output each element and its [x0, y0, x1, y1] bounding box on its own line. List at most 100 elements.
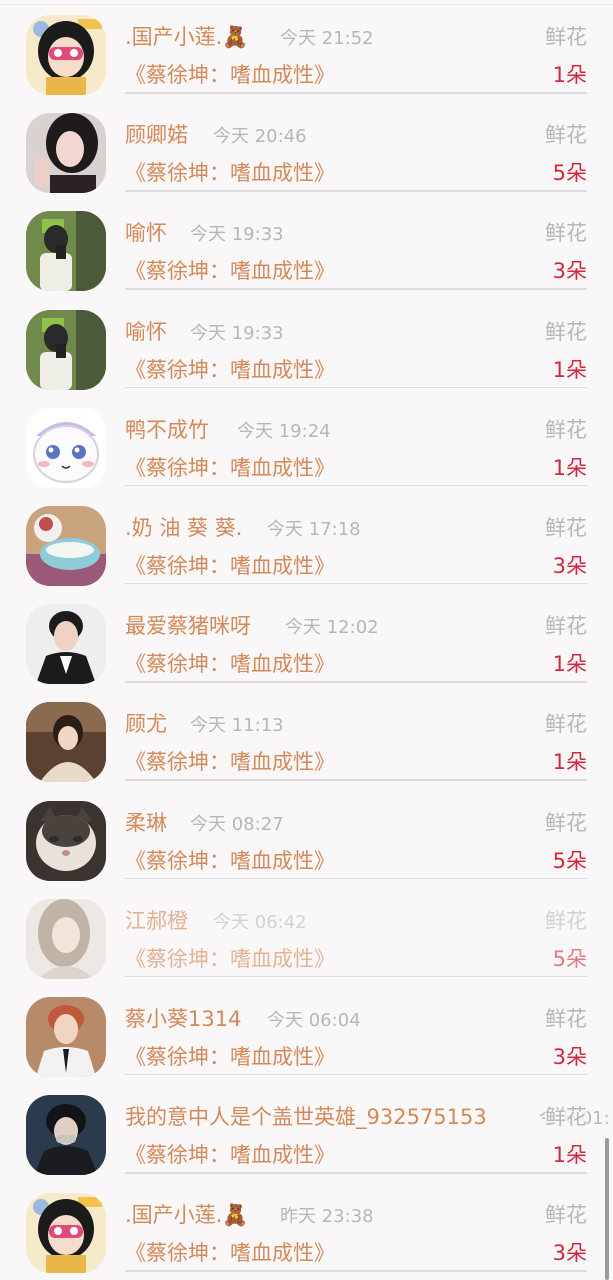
list-item[interactable]: 喻怀 今天 19:33 鲜花 《蔡徐坤：嗜血成性》 3朵	[0, 201, 613, 299]
list-item[interactable]: 最爱蔡猪咪呀 今天 12:02 鲜花 《蔡徐坤：嗜血成性》 1朵	[0, 594, 613, 692]
mirror-selfie-photo-icon	[26, 309, 106, 390]
gift-time: 今天 19:33	[190, 224, 284, 246]
gift-type-label: 鲜花	[545, 511, 587, 542]
row-divider	[125, 190, 587, 192]
avatar[interactable]	[26, 1193, 106, 1274]
list-item[interactable]: 我的意中人是个盖世英雄_932575153 今天 01: 鲜花 《蔡徐坤：嗜血成…	[0, 1085, 613, 1183]
row-divider	[125, 484, 587, 487]
user-name[interactable]: .国产小莲.🧸	[125, 21, 249, 51]
gift-count: 5朵	[552, 161, 587, 186]
avatar[interactable]	[26, 702, 106, 783]
gift-time: 昨天 23:38	[280, 1206, 374, 1228]
gift-type-label: 鲜花	[545, 1002, 587, 1033]
list-item[interactable]: 柔琳 今天 08:27 鲜花 《蔡徐坤：嗜血成性》 5朵	[0, 791, 613, 889]
gift-type-label: 鲜花	[545, 315, 587, 346]
gift-time: 今天 06:04	[267, 1009, 361, 1031]
row-divider	[125, 779, 587, 781]
gift-count: 1朵	[552, 652, 587, 677]
list-item[interactable]: .奶 油 葵 葵. 今天 17:18 鲜花 《蔡徐坤：嗜血成性》 3朵	[0, 496, 613, 594]
scrollbar[interactable]	[605, 1138, 609, 1280]
gift-type-label: 鲜花	[545, 904, 587, 935]
book-title[interactable]: 《蔡徐坤：嗜血成性》	[125, 845, 335, 875]
book-title[interactable]: 《蔡徐坤：嗜血成性》	[125, 746, 335, 776]
book-title[interactable]: 《蔡徐坤：嗜血成性》	[125, 1237, 335, 1267]
avatar[interactable]	[26, 604, 106, 685]
portrait-photo-icon	[26, 702, 106, 783]
gift-type-label: 鲜花	[545, 806, 587, 837]
row-divider	[125, 582, 587, 585]
gift-time: 今天 20:46	[213, 126, 307, 148]
avatar[interactable]	[26, 505, 106, 586]
user-name[interactable]: .奶 油 葵 葵.	[125, 512, 242, 542]
gift-count: 3朵	[552, 1044, 587, 1069]
list-item[interactable]: 鸭不成竹 今天 19:24 鲜花 《蔡徐坤：嗜血成性》 1朵	[0, 398, 613, 496]
gift-type-label: 鲜花	[545, 610, 587, 641]
book-title[interactable]: 《蔡徐坤：嗜血成性》	[125, 550, 335, 580]
portrait-photo-icon	[26, 113, 106, 194]
gift-count: 1朵	[552, 1143, 587, 1168]
gift-count: 1朵	[552, 750, 587, 775]
list-item[interactable]: 顾尤 今天 11:13 鲜花 《蔡徐坤：嗜血成性》 1朵	[0, 692, 613, 790]
book-title[interactable]: 《蔡徐坤：嗜血成性》	[125, 255, 335, 285]
row-divider	[125, 1270, 587, 1272]
gift-record-list[interactable]: .国产小莲.🧸 今天 21:52 鲜花 《蔡徐坤：嗜血成性》 1朵 顾卿婼 今天…	[0, 5, 613, 1280]
book-title[interactable]: 《蔡徐坤：嗜血成性》	[125, 1139, 335, 1169]
row-divider	[125, 1172, 587, 1174]
avatar[interactable]	[26, 407, 106, 488]
list-item[interactable]: .国产小莲.🧸 昨天 23:38 鲜花 《蔡徐坤：嗜血成性》 3朵	[0, 1183, 613, 1280]
list-item[interactable]: 顾卿婼 今天 20:46 鲜花 《蔡徐坤：嗜血成性》 5朵	[0, 103, 613, 201]
user-name[interactable]: 鸭不成竹	[125, 414, 209, 444]
row-divider	[125, 877, 587, 879]
cute-cartoon-avatar-icon	[26, 407, 106, 488]
gift-type-label: 鲜花	[545, 413, 587, 444]
gift-type-label: 鲜花	[545, 708, 587, 739]
avatar[interactable]	[26, 800, 106, 881]
row-divider	[125, 386, 587, 389]
book-title[interactable]: 《蔡徐坤：嗜血成性》	[125, 648, 335, 678]
book-title[interactable]: 《蔡徐坤：嗜血成性》	[125, 157, 335, 187]
book-title[interactable]: 《蔡徐坤：嗜血成性》	[125, 59, 335, 89]
portrait-photo-icon	[26, 1095, 106, 1176]
user-name[interactable]: 我的意中人是个盖世英雄_932575153	[125, 1101, 487, 1131]
list-item[interactable]: .国产小莲.🧸 今天 21:52 鲜花 《蔡徐坤：嗜血成性》 1朵	[0, 5, 613, 103]
gift-time: 今天 19:33	[190, 322, 284, 344]
gift-count: 5朵	[552, 946, 587, 971]
book-title[interactable]: 《蔡徐坤：嗜血成性》	[125, 452, 335, 482]
list-item[interactable]: 蔡小葵1314 今天 06:04 鲜花 《蔡徐坤：嗜血成性》 3朵	[0, 987, 613, 1085]
gift-type-label: 鲜花	[545, 217, 587, 248]
avatar[interactable]	[26, 309, 106, 390]
avatar[interactable]	[26, 15, 106, 95]
gift-count: 1朵	[552, 455, 587, 480]
cartoon-girl-avatar-icon	[26, 15, 106, 95]
avatar[interactable]	[26, 898, 106, 979]
list-item[interactable]: 喻怀 今天 19:33 鲜花 《蔡徐坤：嗜血成性》 1朵	[0, 300, 613, 398]
avatar[interactable]	[26, 1095, 106, 1176]
book-title[interactable]: 《蔡徐坤：嗜血成性》	[125, 943, 335, 973]
row-divider	[125, 288, 587, 290]
anime-scene-avatar-icon	[26, 505, 106, 586]
gift-time: 今天 06:42	[213, 911, 307, 933]
avatar[interactable]	[26, 996, 106, 1077]
gift-count: 3朵	[552, 259, 587, 284]
user-name[interactable]: 顾尤	[125, 708, 167, 738]
gift-type-label: 鲜花	[545, 119, 587, 150]
gift-time: 今天 17:18	[267, 518, 361, 540]
avatar[interactable]	[26, 211, 106, 292]
gift-type-label: 鲜花	[545, 21, 587, 51]
gift-count: 1朵	[552, 357, 587, 382]
user-name[interactable]: 江郝橙	[125, 905, 188, 935]
user-name[interactable]: 顾卿婼	[125, 119, 188, 149]
user-name[interactable]: 最爱蔡猪咪呀	[125, 610, 251, 640]
portrait-photo-icon	[26, 898, 106, 979]
user-name[interactable]: .国产小莲.🧸	[125, 1199, 249, 1229]
book-title[interactable]: 《蔡徐坤：嗜血成性》	[125, 1041, 335, 1071]
list-item[interactable]: 江郝橙 今天 06:42 鲜花 《蔡徐坤：嗜血成性》 5朵	[0, 889, 613, 987]
book-title[interactable]: 《蔡徐坤：嗜血成性》	[125, 354, 335, 384]
user-name[interactable]: 蔡小葵1314	[125, 1003, 241, 1033]
portrait-photo-icon	[26, 996, 106, 1077]
user-name[interactable]: 喻怀	[125, 316, 167, 346]
avatar[interactable]	[26, 113, 106, 194]
user-name[interactable]: 柔琳	[125, 807, 167, 837]
user-name[interactable]: 喻怀	[125, 217, 167, 247]
gift-time: 今天 11:13	[190, 715, 284, 737]
